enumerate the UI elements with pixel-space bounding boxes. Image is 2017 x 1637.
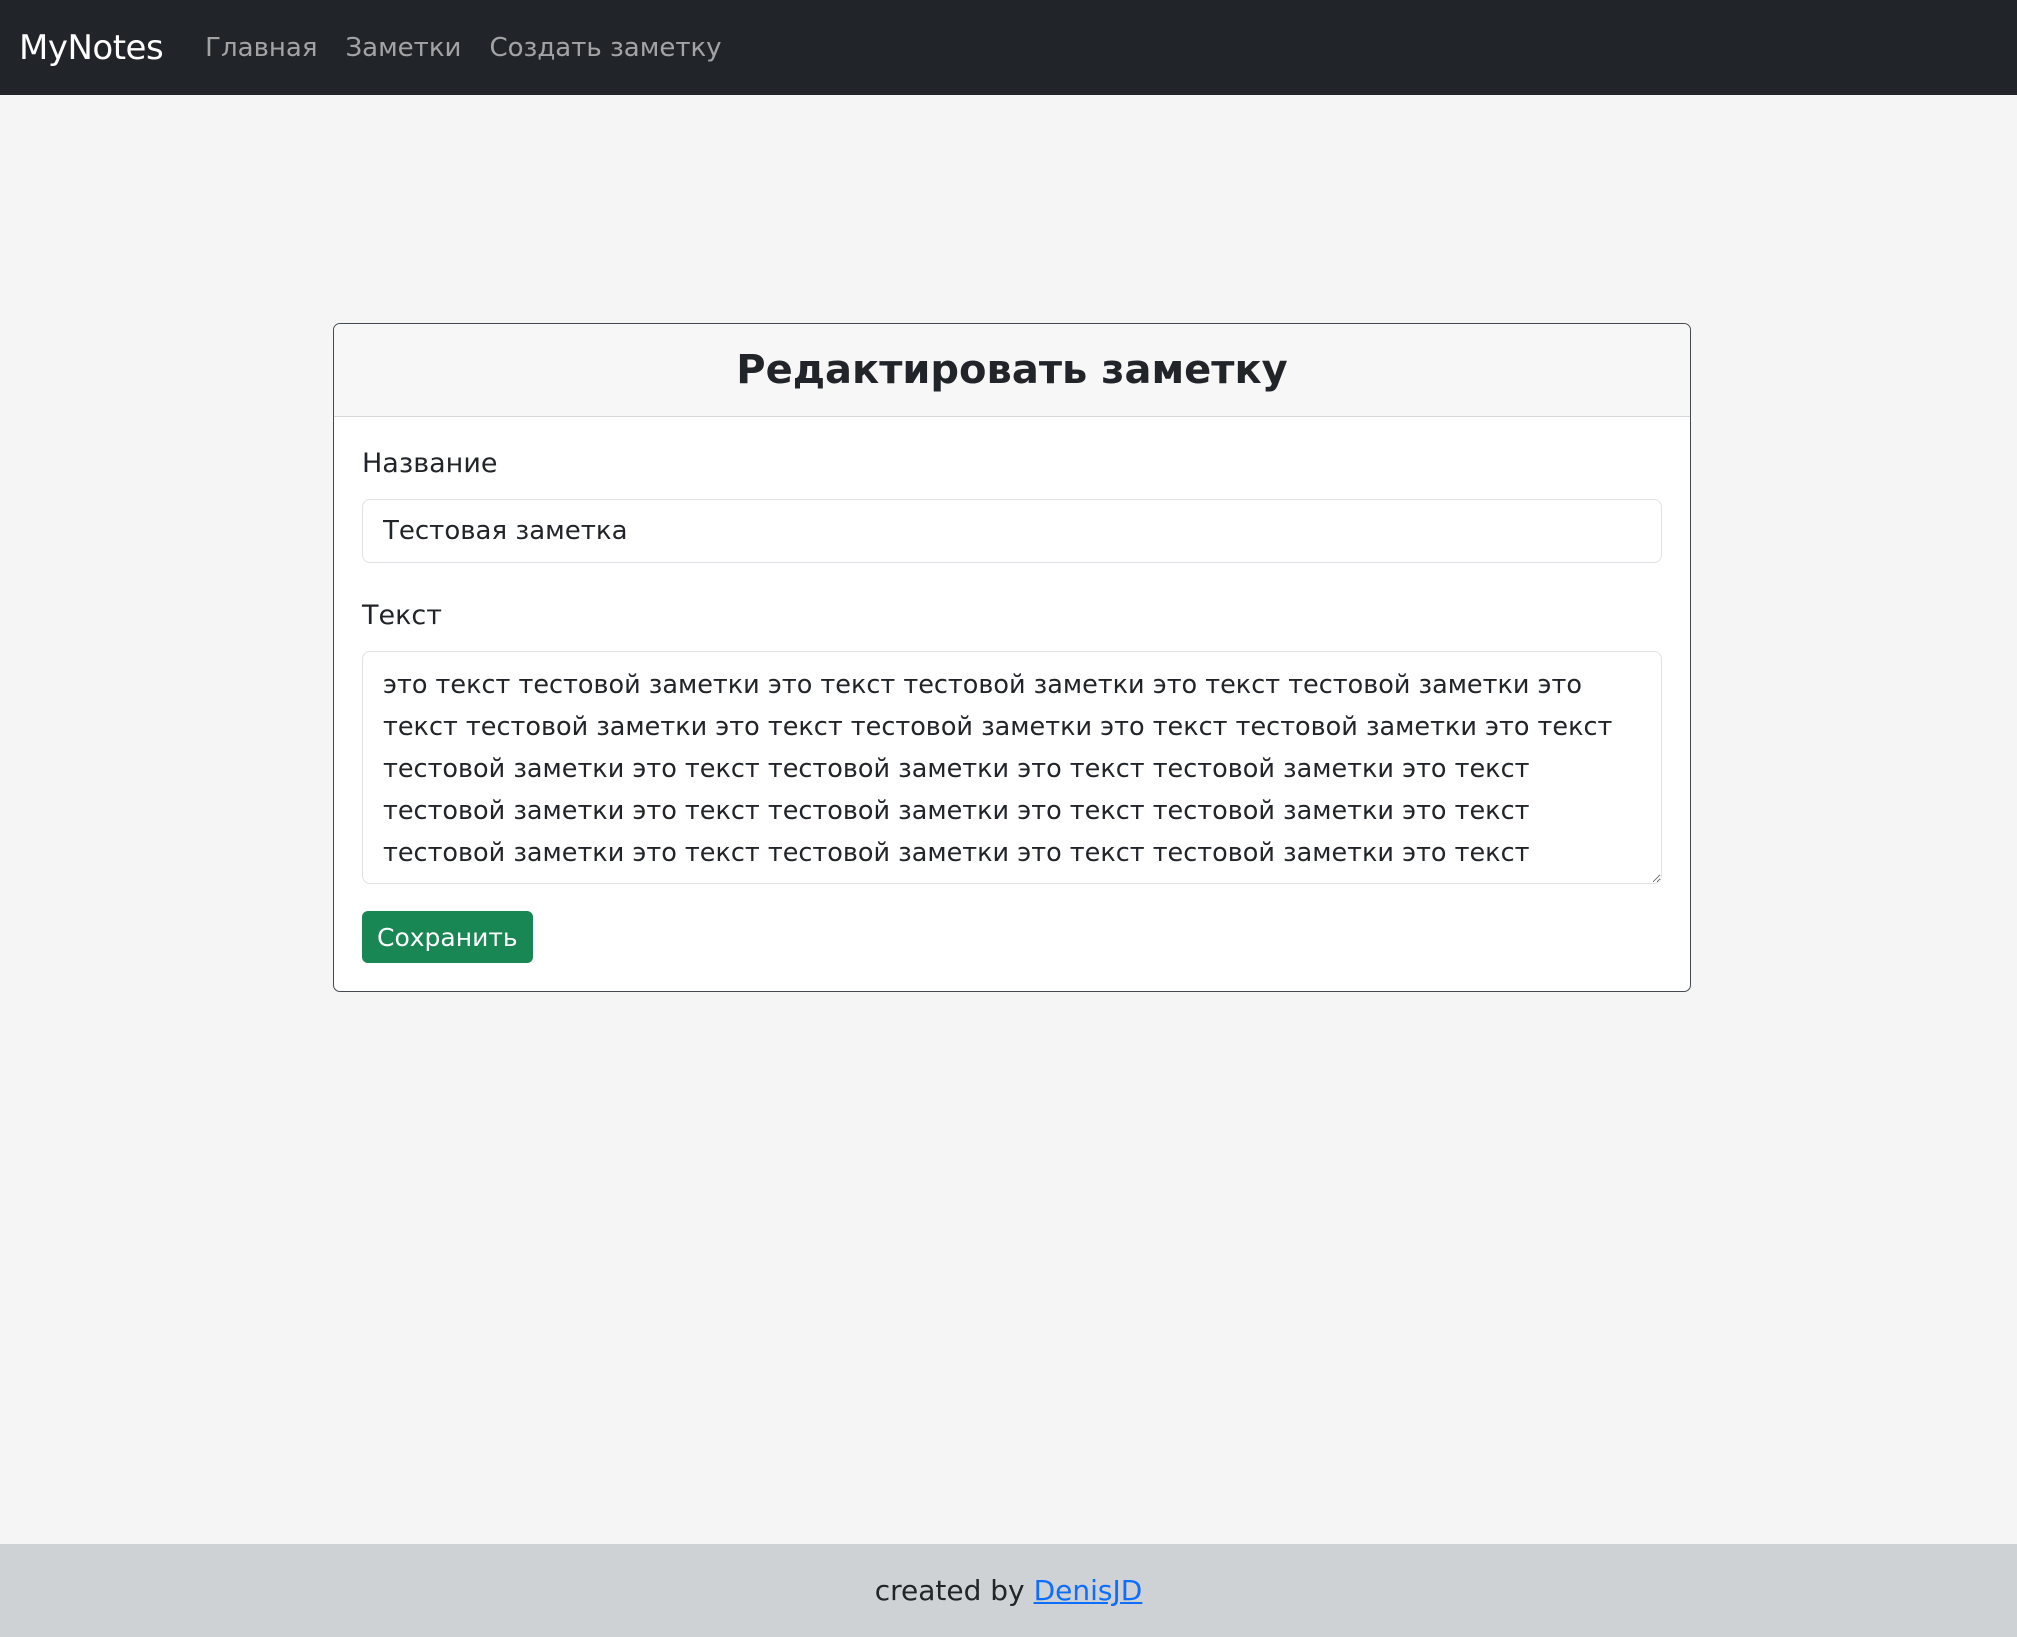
top-navbar: MyNotes Главная Заметки Создать заметку	[0, 0, 2017, 95]
nav-link-notes[interactable]: Заметки	[345, 33, 461, 63]
page-title: Редактировать заметку	[736, 347, 1288, 393]
save-button[interactable]: Сохранить	[362, 911, 533, 963]
footer-credit-text: created by	[874, 1574, 1025, 1607]
edit-note-card: Редактировать заметку Название Текст это…	[333, 323, 1691, 992]
page-footer: created by DenisJD	[0, 1544, 2017, 1637]
card-header: Редактировать заметку	[334, 324, 1690, 417]
author-link[interactable]: DenisJD	[1034, 1574, 1143, 1607]
title-field-label: Название	[362, 448, 498, 479]
note-text-area[interactable]: это текст тестовой заметки это текст тес…	[362, 651, 1662, 884]
text-field-label: Текст	[362, 600, 442, 631]
brand-logo[interactable]: MyNotes	[19, 28, 164, 68]
nav-link-create-note[interactable]: Создать заметку	[489, 33, 721, 63]
title-input[interactable]	[362, 499, 1662, 563]
edit-note-form: Название Текст это текст тестовой заметк…	[334, 417, 1690, 963]
nav-link-home[interactable]: Главная	[205, 33, 317, 63]
nav-links: Главная Заметки Создать заметку	[205, 33, 749, 63]
